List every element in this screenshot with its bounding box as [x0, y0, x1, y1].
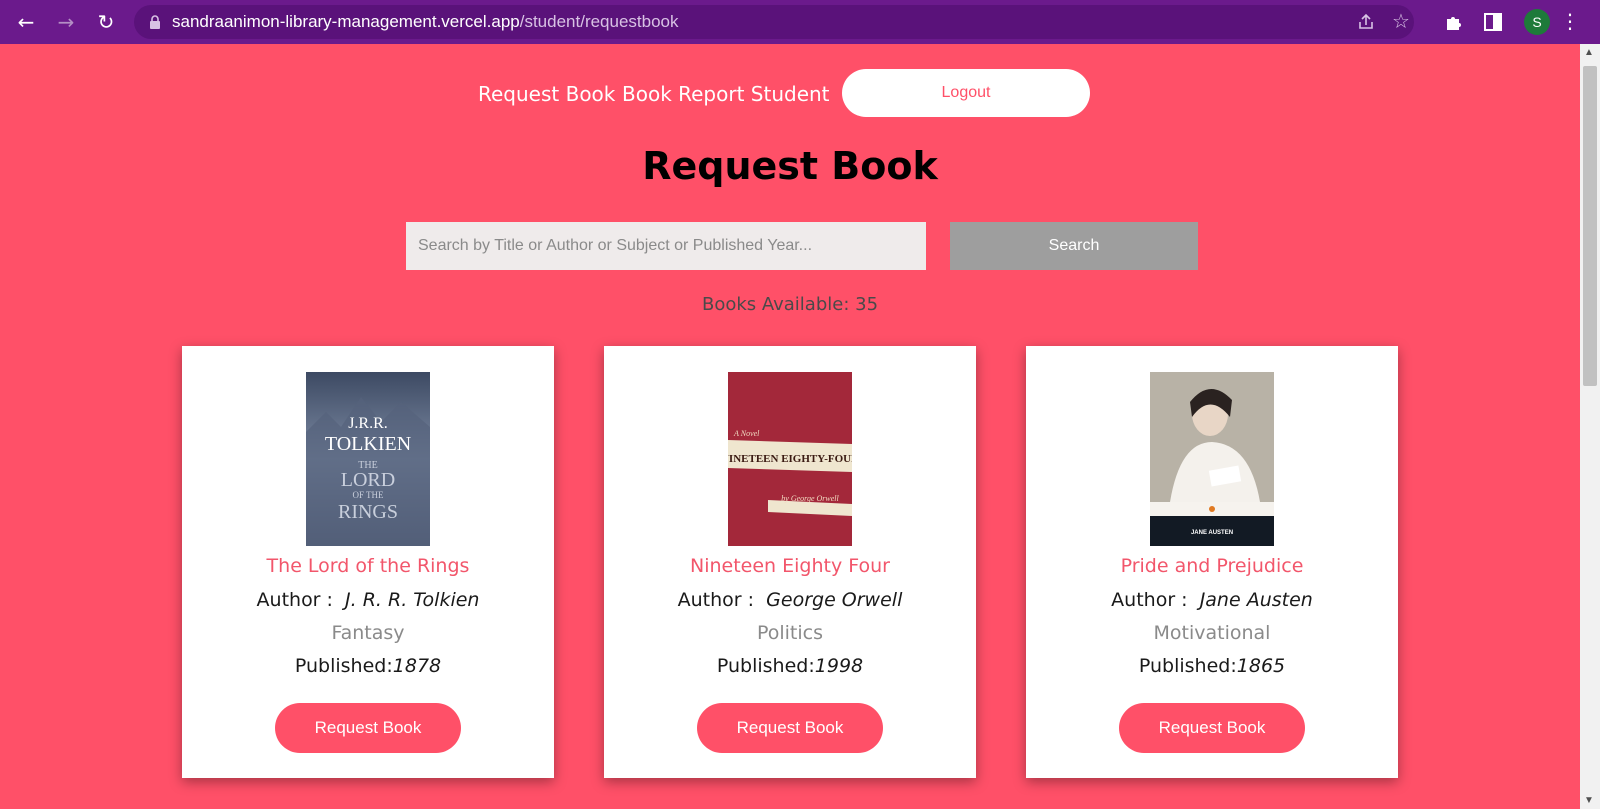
url-text: sandraanimon-library-management.vercel.a…	[172, 12, 679, 31]
request-book-button[interactable]: Request Book	[275, 703, 461, 753]
book-cover-image: J.R.R. TOLKIEN THE LORD OF THE RINGS	[306, 372, 430, 546]
svg-text:J.R.R.: J.R.R.	[348, 415, 388, 432]
book-cover-image: A Novel NINETEEN EIGHTY-FOUR by George O…	[728, 372, 852, 546]
svg-text:OF THE: OF THE	[352, 490, 384, 500]
reload-icon[interactable]: ↻	[94, 10, 118, 34]
search-input[interactable]	[406, 222, 926, 270]
book-genre: Politics	[756, 622, 824, 644]
book-card: A Novel NINETEEN EIGHTY-FOUR by George O…	[604, 346, 976, 778]
top-navigation: Request Book Book Report Student	[0, 70, 1580, 120]
books-available-count: Books Available: 35	[701, 294, 879, 315]
book-author: Author : J. R. R. Tolkien	[256, 589, 480, 611]
back-arrow-icon[interactable]: ←	[14, 10, 38, 34]
book-card: J.R.R. TOLKIEN THE LORD OF THE RINGS The…	[182, 346, 554, 778]
svg-text:RINGS: RINGS	[338, 501, 398, 523]
book-author: Author : Jane Austen	[1111, 589, 1313, 611]
scroll-up-arrow-icon[interactable]: ▲	[1584, 47, 1594, 58]
scroll-down-arrow-icon[interactable]: ▼	[1584, 795, 1594, 806]
logout-button[interactable]: Logout	[842, 69, 1090, 117]
menu-kebab-icon[interactable]: ⋮	[1560, 9, 1580, 33]
svg-text:TOLKIEN: TOLKIEN	[325, 433, 411, 455]
forward-arrow-icon[interactable]: →	[54, 10, 78, 34]
nav-book-report-link[interactable]: Book Report Student	[622, 82, 830, 106]
svg-text:A Novel: A Novel	[733, 429, 760, 438]
book-published: Published:1865	[1138, 655, 1286, 677]
book-cover-image: JANE AUSTEN	[1150, 372, 1274, 546]
svg-text:LORD: LORD	[341, 469, 395, 491]
book-title: Nineteen Eighty Four	[690, 555, 890, 577]
side-panel-icon[interactable]	[1484, 13, 1502, 31]
nav-request-book-link[interactable]: Request Book	[478, 82, 615, 106]
share-icon[interactable]	[1356, 12, 1376, 32]
book-title: Pride and Prejudice	[1120, 555, 1304, 577]
bookmark-star-icon[interactable]: ☆	[1392, 9, 1410, 33]
svg-text:by George Orwell: by George Orwell	[781, 494, 839, 503]
book-genre: Fantasy	[331, 622, 405, 644]
profile-avatar[interactable]: S	[1524, 9, 1550, 35]
request-book-button[interactable]: Request Book	[1119, 703, 1305, 753]
svg-text:JANE AUSTEN: JANE AUSTEN	[1191, 530, 1233, 536]
extensions-puzzle-icon[interactable]	[1444, 12, 1464, 32]
browser-toolbar: ← → ↻ sandraanimon-library-management.ve…	[0, 0, 1600, 44]
book-genre: Motivational	[1153, 622, 1271, 644]
book-card: JANE AUSTEN Pride and Prejudice Author :…	[1026, 346, 1398, 778]
page-content: Request Book Book Report Student Logout …	[0, 44, 1580, 809]
page-scrollbar[interactable]: ▲ ▼	[1580, 44, 1600, 809]
book-title: The Lord of the Rings	[266, 555, 470, 577]
svg-text:NINETEEN EIGHTY-FOUR: NINETEEN EIGHTY-FOUR	[728, 453, 852, 465]
scroll-thumb[interactable]	[1583, 66, 1597, 386]
book-published: Published:1878	[294, 655, 442, 677]
book-author: Author : George Orwell	[677, 589, 903, 611]
page-title: Request Book	[642, 144, 938, 188]
request-book-button[interactable]: Request Book	[697, 703, 883, 753]
book-published: Published:1998	[716, 655, 864, 677]
address-bar[interactable]: sandraanimon-library-management.vercel.a…	[134, 5, 1414, 39]
lock-icon	[150, 15, 160, 29]
search-button[interactable]: Search	[950, 222, 1198, 270]
